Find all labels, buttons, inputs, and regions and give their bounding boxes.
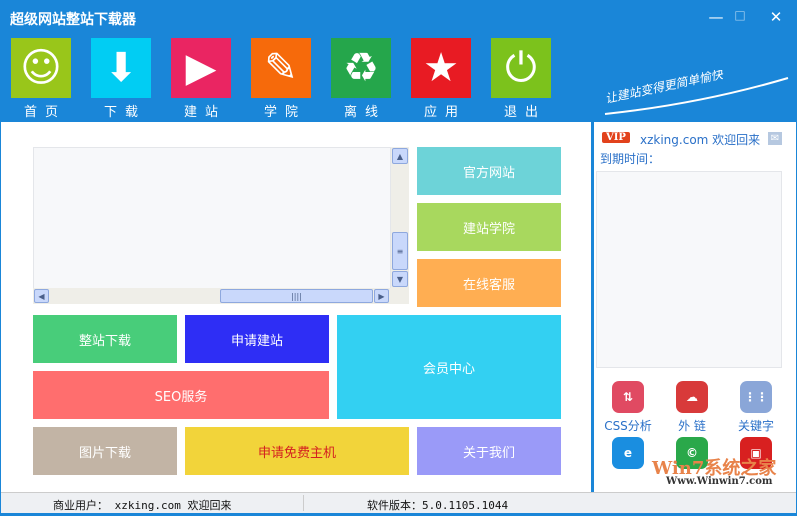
power-icon: ⏻ bbox=[491, 38, 551, 98]
close-button[interactable]: ✕ bbox=[764, 8, 788, 26]
tool-cloud-upload[interactable]: ☁ 外 链 bbox=[660, 381, 724, 434]
seo-tile[interactable]: SEO服务 bbox=[33, 371, 329, 419]
vip-badge: VIP bbox=[602, 132, 630, 143]
grid-icon: ⋮⋮ bbox=[740, 381, 772, 413]
about-tile[interactable]: 关于我们 bbox=[417, 427, 561, 475]
smiley-icon: ☺ bbox=[11, 38, 71, 98]
academy-tile[interactable]: 建站学院 bbox=[417, 203, 561, 251]
expire-label: 到期时间： bbox=[600, 152, 661, 166]
nav-pencil[interactable]: ✎ 学院 bbox=[251, 38, 311, 120]
vertical-scrollbar[interactable]: ▲ ≡ ▼ bbox=[391, 147, 409, 304]
nav-label: 首页 bbox=[23, 105, 66, 120]
nav-label: 下载 bbox=[103, 105, 146, 120]
cloud-upload-icon: ☁ bbox=[676, 381, 708, 413]
nav-recycle[interactable]: ♻ 离线 bbox=[331, 38, 391, 120]
nav-play[interactable]: ▶ 建站 bbox=[171, 38, 231, 120]
slogan-text: 让建站变得更简单愉快 bbox=[604, 70, 725, 106]
tool-label: 关键字 bbox=[737, 419, 774, 433]
status-divider bbox=[303, 495, 304, 511]
tool-label: 外 链 bbox=[678, 419, 706, 433]
scroll-down-icon[interactable]: ▼ bbox=[392, 271, 408, 287]
watermark-logo: Win7系统之家 Www.Winwin7.com bbox=[604, 458, 794, 492]
status-version: 软件版本：5.0.1105.1044 bbox=[367, 499, 509, 512]
pencil-icon: ✎ bbox=[251, 38, 311, 98]
nav-label: 应用 bbox=[423, 105, 466, 120]
nav-label: 退出 bbox=[503, 105, 546, 120]
status-user: 商业用户： xzking.com 欢迎回来 bbox=[53, 499, 232, 512]
main-panel: ▲ ≡ ▼ ◀ |||| ▶ 官方网站 建站学院 在线客服 整站下载 申请建站 … bbox=[1, 122, 591, 492]
nav-label: 离线 bbox=[343, 105, 386, 120]
official-site-tile[interactable]: 官方网站 bbox=[417, 147, 561, 195]
user-panel: VIP xzking.com 欢迎回来 ✉ 到期时间： ⇅ CSS分析 ☁ 外 链 ⋮⋮… bbox=[594, 122, 796, 492]
nav-label: 建站 bbox=[183, 105, 226, 120]
log-textbox[interactable] bbox=[33, 147, 391, 290]
star-icon: ★ bbox=[411, 38, 471, 98]
tool-label: CSS分析 bbox=[604, 419, 652, 433]
tool-grid[interactable]: ⋮⋮ 关键字 bbox=[724, 381, 788, 434]
nav-label: 学院 bbox=[263, 105, 306, 120]
apply-build-tile[interactable]: 申请建站 bbox=[185, 315, 329, 363]
scroll-left-icon[interactable]: ◀ bbox=[34, 289, 49, 303]
nav-star[interactable]: ★ 应用 bbox=[411, 38, 471, 120]
hscroll-thumb[interactable]: |||| bbox=[220, 289, 373, 303]
mail-icon[interactable]: ✉ bbox=[768, 132, 782, 145]
tool-css-arrows[interactable]: ⇅ CSS分析 bbox=[596, 381, 660, 434]
recycle-icon: ♻ bbox=[331, 38, 391, 98]
minimize-button[interactable]: — bbox=[704, 8, 728, 26]
online-service-tile[interactable]: 在线客服 bbox=[417, 259, 561, 307]
scroll-up-icon[interactable]: ▲ bbox=[392, 148, 408, 164]
play-icon: ▶ bbox=[171, 38, 231, 98]
scroll-right-icon[interactable]: ▶ bbox=[374, 289, 389, 303]
status-bar: 商业用户： xzking.com 欢迎回来 软件版本：5.0.1105.1044 bbox=[1, 492, 796, 513]
site-download-tile[interactable]: 整站下载 bbox=[33, 315, 177, 363]
download-arrow-icon: ⬇ bbox=[91, 38, 151, 98]
watermark-url: Www.Winwin7.com bbox=[666, 476, 773, 487]
slogan-banner: 让建站变得更简单愉快 bbox=[604, 70, 789, 115]
nav-smiley[interactable]: ☺ 首页 bbox=[11, 38, 71, 120]
welcome-text: xzking.com 欢迎回来 bbox=[640, 133, 761, 147]
member-center-tile[interactable]: 会员中心 bbox=[337, 315, 561, 419]
info-box[interactable] bbox=[596, 171, 782, 368]
nav-power[interactable]: ⏻ 退出 bbox=[491, 38, 551, 120]
horizontal-scrollbar[interactable]: ◀ |||| ▶ bbox=[33, 288, 391, 304]
window-title: 超级网站整站下载器 bbox=[10, 12, 136, 28]
maximize-button[interactable]: □ bbox=[728, 8, 752, 22]
nav-download-arrow[interactable]: ⬇ 下载 bbox=[91, 38, 151, 120]
image-download-tile[interactable]: 图片下载 bbox=[33, 427, 177, 475]
free-host-tile[interactable]: 申请免费主机 bbox=[185, 427, 409, 475]
css-arrows-icon: ⇅ bbox=[612, 381, 644, 413]
scroll-thumb[interactable]: ≡ bbox=[392, 232, 408, 270]
